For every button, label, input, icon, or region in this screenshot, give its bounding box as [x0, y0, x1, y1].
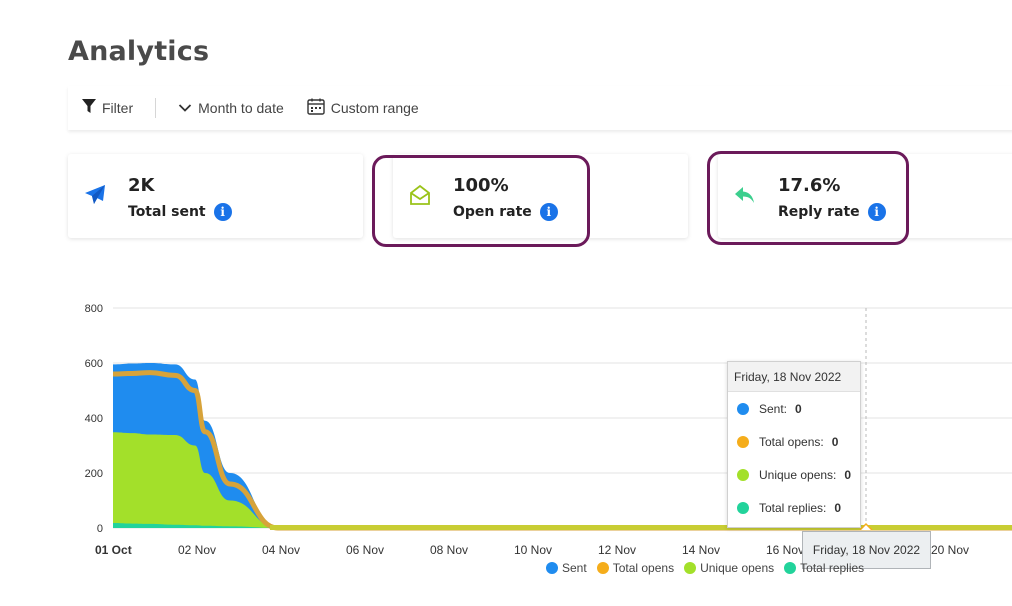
zero-baseline	[270, 525, 1012, 530]
y-tick-label: 0	[97, 523, 103, 535]
legend-dot	[596, 562, 609, 574]
series-area-sent	[113, 363, 1012, 528]
series-area-unique-opens	[113, 432, 1012, 528]
reply-rate-label: Reply rate	[778, 204, 860, 220]
total-sent-card: 2K Total sent i	[68, 154, 363, 238]
x-tick-label: 01 Oct	[95, 543, 132, 557]
legend-label: Unique opens	[700, 561, 775, 575]
reply-rate-label-row: Reply rate i	[778, 203, 886, 221]
chevron-down-icon	[178, 100, 192, 116]
reply-rate-value: 17.6%	[778, 175, 841, 196]
x-tick-label: 20 Nov	[931, 543, 969, 557]
y-tick-label: 400	[85, 413, 103, 425]
total-opens-dot	[737, 435, 749, 448]
legend-item-unique-opens[interactable]: Unique opens	[684, 561, 774, 575]
x-tick-label: 06 Nov	[346, 543, 384, 557]
tooltip-label: Total opens:	[759, 434, 824, 449]
total-sent-value: 2K	[128, 175, 155, 196]
open-rate-label: Open rate	[453, 204, 532, 220]
y-tick-label: 200	[85, 468, 103, 480]
tooltip-title: Friday, 18 Nov 2022	[728, 362, 860, 392]
x-tick-label: 12 Nov	[598, 543, 636, 557]
chart-crosshair	[859, 308, 873, 531]
filter-label: Filter	[102, 100, 134, 116]
tooltip-value: 0	[834, 500, 842, 515]
legend-dot	[546, 562, 558, 574]
tooltip-row-total-opens: Total opens: 0	[728, 425, 860, 458]
unique-opens-dot	[737, 468, 749, 481]
tooltip-value: 0	[831, 434, 839, 449]
date-range-label: Month to date	[198, 100, 284, 116]
sent-dot	[737, 402, 749, 415]
tooltip-value: 0	[844, 467, 852, 482]
legend-label: Sent	[562, 561, 587, 575]
x-tick-label: 02 Nov	[178, 543, 216, 557]
info-icon[interactable]: i	[213, 203, 232, 221]
info-icon[interactable]: i	[539, 203, 558, 221]
reply-arrow-icon	[734, 184, 756, 206]
page-title: Analytics	[68, 36, 210, 67]
legend-label: Total opens	[612, 561, 675, 575]
analytics-toolbar: Filter Month to date Custom range	[68, 86, 1012, 130]
tooltip-value: 0	[795, 401, 802, 416]
x-tick-label: 10 Nov	[514, 543, 552, 557]
toolbar-divider	[155, 98, 157, 118]
reply-rate-card: 17.6% Reply rate i	[718, 154, 1012, 238]
open-rate-label-row: Open rate i	[453, 203, 558, 221]
paper-plane-icon	[84, 184, 106, 206]
legend-item-sent[interactable]: Sent	[546, 561, 587, 575]
y-tick-label: 800	[85, 303, 103, 315]
tooltip-label: Unique opens:	[759, 467, 837, 482]
x-tick-label: 14 Nov	[682, 543, 720, 557]
tooltip-row-total-replies: Total replies: 0	[728, 491, 860, 524]
filter-button[interactable]: Filter	[82, 99, 133, 117]
chart-tooltip: Friday, 18 Nov 2022 Sent: 0 Total opens:…	[727, 361, 861, 528]
y-tick-label: 600	[85, 358, 103, 370]
open-envelope-icon	[409, 184, 431, 206]
legend-label: Total replies	[800, 561, 865, 575]
chart-areas	[112, 363, 1012, 531]
tooltip-row-unique-opens: Unique opens: 0	[728, 458, 860, 491]
info-icon[interactable]: i	[867, 203, 886, 221]
tooltip-label: Sent:	[759, 401, 788, 416]
legend-item-total-replies[interactable]: Total replies	[784, 561, 864, 575]
total-sent-label-row: Total sent i	[128, 203, 232, 221]
x-tick-label: 16 Nov	[766, 543, 804, 557]
total-replies-dot	[737, 501, 749, 514]
x-tick-label: 04 Nov	[262, 543, 300, 557]
custom-range-label: Custom range	[330, 100, 419, 116]
open-rate-value: 100%	[453, 175, 509, 196]
legend-dot	[684, 562, 697, 574]
x-tick-label: 08 Nov	[430, 543, 468, 557]
legend-item-total-opens[interactable]: Total opens	[596, 561, 675, 575]
tooltip-label: Total replies:	[759, 500, 827, 515]
funnel-icon	[82, 99, 96, 117]
legend-dot	[784, 562, 797, 574]
calendar-icon	[307, 98, 325, 118]
open-rate-card: 100% Open rate i	[393, 154, 688, 238]
date-range-dropdown[interactable]: Month to date	[178, 100, 284, 116]
custom-range-button[interactable]: Custom range	[307, 98, 419, 118]
chart-legend: Sent Total opens Unique opens Total repl…	[546, 561, 874, 575]
tooltip-row-sent: Sent: 0	[728, 392, 860, 425]
y-axis-ticks: 0 200 400 600 800	[85, 303, 103, 535]
total-sent-label: Total sent	[128, 204, 206, 220]
